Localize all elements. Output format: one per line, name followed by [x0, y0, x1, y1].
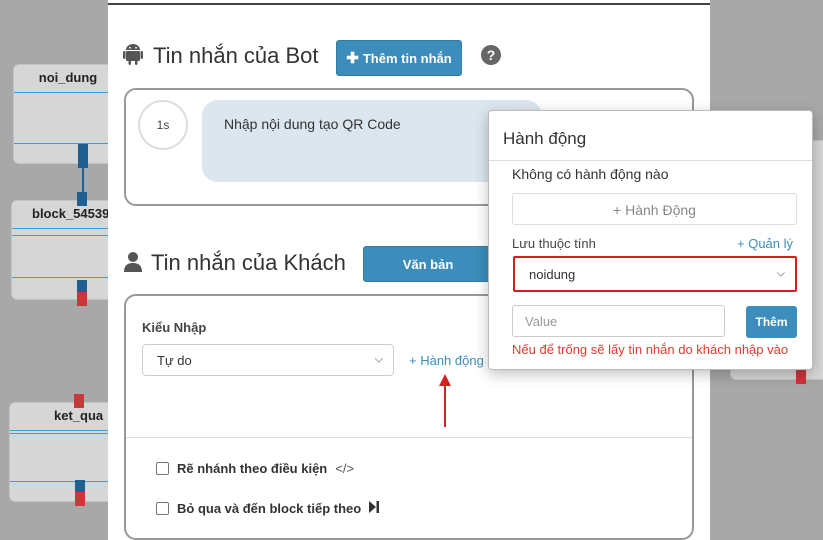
output-port[interactable] [75, 492, 85, 506]
annotation-arrow-shaft [444, 385, 446, 427]
input-port[interactable] [77, 192, 87, 206]
message-type-label: Văn bản [402, 256, 454, 272]
branch-condition-row[interactable]: Rẽ nhánh theo điều kiện </> [156, 461, 354, 476]
add-action-button[interactable]: + Hành Động [512, 193, 797, 225]
help-icon[interactable]: ? [481, 45, 501, 65]
skip-block-checkbox[interactable] [156, 502, 169, 515]
skip-block-label: Bỏ qua và đến block tiếp theo [177, 501, 362, 516]
section-divider [126, 437, 692, 438]
node-divider [12, 235, 122, 236]
flow-node-block[interactable]: block_54539 [11, 200, 123, 300]
attribute-value: noidung [529, 266, 576, 282]
flow-node-noi-dung[interactable]: noi_dung [13, 64, 123, 164]
node-divider [14, 143, 122, 144]
value-input[interactable]: Value [512, 305, 725, 337]
save-attribute-label: Lưu thuộc tính [512, 236, 596, 251]
output-port[interactable] [78, 144, 88, 168]
add-attribute-button[interactable]: Thêm [746, 306, 797, 338]
branch-condition-checkbox[interactable] [156, 462, 169, 475]
input-type-select[interactable]: Tự do ⌵ [142, 344, 394, 376]
popup-title: Hành động [503, 129, 587, 148]
add-action-label: + Hành Động [613, 202, 696, 218]
chevron-down-icon: ⌵ [374, 353, 383, 366]
no-action-text: Không có hành động nào [512, 166, 669, 182]
add-action-link[interactable]: + Hành động [409, 353, 484, 368]
branch-condition-label: Rẽ nhánh theo điều kiện [177, 461, 328, 476]
output-port[interactable] [77, 292, 87, 306]
skip-block-row[interactable]: Bỏ qua và đến block tiếp theo [156, 501, 380, 516]
popup-divider [489, 160, 812, 161]
connector-line [82, 168, 84, 192]
guest-section-title: Tin nhắn của Khách [151, 250, 346, 275]
code-icon: </> [335, 461, 355, 476]
bot-section-title: Tin nhắn của Bot [153, 43, 319, 68]
add-message-button[interactable]: ✚ Thêm tin nhắn [336, 40, 462, 76]
flow-node-ket-qua[interactable]: ket_qua [9, 402, 121, 502]
node-title: noi_dung [14, 65, 122, 93]
attribute-select[interactable]: noidung ⌵ [513, 256, 797, 292]
android-icon [123, 44, 143, 71]
action-popup: Hành động Không có hành động nào + Hành … [488, 110, 813, 370]
message-type-button[interactable]: Văn bản [363, 246, 493, 282]
add-message-label: Thêm tin nhắn [362, 50, 452, 66]
input-type-value: Tự do [157, 352, 192, 368]
node-title: ket_qua [10, 403, 120, 431]
panel-top-border [108, 3, 710, 5]
empty-value-hint: Nếu để trống sẽ lấy tin nhắn do khách nh… [512, 342, 789, 357]
plus-icon: ✚ [346, 50, 359, 67]
node-divider [10, 433, 120, 434]
node-divider [10, 481, 120, 482]
user-icon [124, 252, 142, 277]
input-port[interactable] [74, 394, 84, 408]
manage-attributes-link[interactable]: + Quản lý [737, 236, 793, 251]
step-forward-icon [369, 501, 380, 516]
node-title: block_54539 [12, 201, 122, 229]
delay-timer[interactable]: 1s [138, 100, 188, 150]
input-type-label: Kiểu Nhập [142, 320, 207, 335]
output-port[interactable] [796, 370, 806, 384]
chevron-down-icon: ⌵ [776, 267, 785, 280]
node-divider [12, 277, 122, 278]
